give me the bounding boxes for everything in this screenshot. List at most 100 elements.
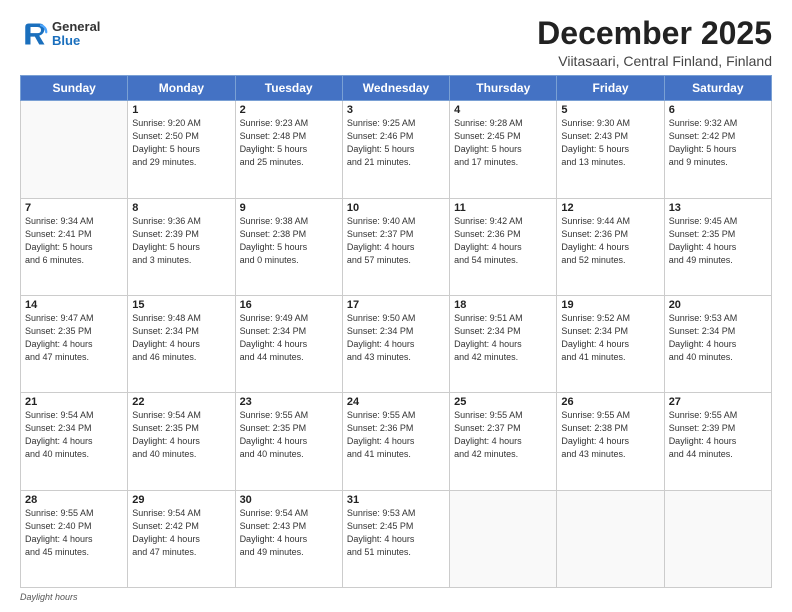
day-number: 27 <box>669 396 767 408</box>
table-row: 22Sunrise: 9:54 AM Sunset: 2:35 PM Dayli… <box>128 393 235 490</box>
daylight-label: Daylight hours <box>20 592 78 602</box>
day-number: 23 <box>240 396 338 408</box>
table-row: 28Sunrise: 9:55 AM Sunset: 2:40 PM Dayli… <box>21 490 128 587</box>
weekday-header-row: Sunday Monday Tuesday Wednesday Thursday… <box>21 76 772 101</box>
table-row: 12Sunrise: 9:44 AM Sunset: 2:36 PM Dayli… <box>557 198 664 295</box>
day-info: Sunrise: 9:54 AM Sunset: 2:43 PM Dayligh… <box>240 507 338 559</box>
header-thursday: Thursday <box>450 76 557 101</box>
table-row: 24Sunrise: 9:55 AM Sunset: 2:36 PM Dayli… <box>342 393 449 490</box>
table-row: 25Sunrise: 9:55 AM Sunset: 2:37 PM Dayli… <box>450 393 557 490</box>
day-number: 26 <box>561 396 659 408</box>
table-row: 2Sunrise: 9:23 AM Sunset: 2:48 PM Daylig… <box>235 101 342 198</box>
day-number: 17 <box>347 299 445 311</box>
day-number: 11 <box>454 202 552 214</box>
table-row: 17Sunrise: 9:50 AM Sunset: 2:34 PM Dayli… <box>342 295 449 392</box>
logo-icon <box>20 20 48 48</box>
day-info: Sunrise: 9:55 AM Sunset: 2:36 PM Dayligh… <box>347 409 445 461</box>
day-info: Sunrise: 9:44 AM Sunset: 2:36 PM Dayligh… <box>561 215 659 267</box>
day-number: 16 <box>240 299 338 311</box>
day-number: 12 <box>561 202 659 214</box>
day-number: 14 <box>25 299 123 311</box>
header: General Blue December 2025 Viitasaari, C… <box>20 16 772 69</box>
day-info: Sunrise: 9:55 AM Sunset: 2:35 PM Dayligh… <box>240 409 338 461</box>
day-info: Sunrise: 9:51 AM Sunset: 2:34 PM Dayligh… <box>454 312 552 364</box>
title-block: December 2025 Viitasaari, Central Finlan… <box>537 16 772 69</box>
day-info: Sunrise: 9:48 AM Sunset: 2:34 PM Dayligh… <box>132 312 230 364</box>
day-number: 2 <box>240 104 338 116</box>
header-tuesday: Tuesday <box>235 76 342 101</box>
table-row: 29Sunrise: 9:54 AM Sunset: 2:42 PM Dayli… <box>128 490 235 587</box>
day-info: Sunrise: 9:49 AM Sunset: 2:34 PM Dayligh… <box>240 312 338 364</box>
day-info: Sunrise: 9:55 AM Sunset: 2:37 PM Dayligh… <box>454 409 552 461</box>
calendar-row: 14Sunrise: 9:47 AM Sunset: 2:35 PM Dayli… <box>21 295 772 392</box>
day-info: Sunrise: 9:20 AM Sunset: 2:50 PM Dayligh… <box>132 117 230 169</box>
header-saturday: Saturday <box>664 76 771 101</box>
day-number: 30 <box>240 494 338 506</box>
day-info: Sunrise: 9:25 AM Sunset: 2:46 PM Dayligh… <box>347 117 445 169</box>
day-number: 31 <box>347 494 445 506</box>
day-info: Sunrise: 9:34 AM Sunset: 2:41 PM Dayligh… <box>25 215 123 267</box>
table-row: 13Sunrise: 9:45 AM Sunset: 2:35 PM Dayli… <box>664 198 771 295</box>
table-row: 5Sunrise: 9:30 AM Sunset: 2:43 PM Daylig… <box>557 101 664 198</box>
table-row: 31Sunrise: 9:53 AM Sunset: 2:45 PM Dayli… <box>342 490 449 587</box>
day-info: Sunrise: 9:40 AM Sunset: 2:37 PM Dayligh… <box>347 215 445 267</box>
day-info: Sunrise: 9:42 AM Sunset: 2:36 PM Dayligh… <box>454 215 552 267</box>
location: Viitasaari, Central Finland, Finland <box>537 53 772 69</box>
day-number: 10 <box>347 202 445 214</box>
logo-general-text: General <box>52 20 100 34</box>
day-number: 15 <box>132 299 230 311</box>
day-info: Sunrise: 9:47 AM Sunset: 2:35 PM Dayligh… <box>25 312 123 364</box>
table-row: 11Sunrise: 9:42 AM Sunset: 2:36 PM Dayli… <box>450 198 557 295</box>
day-info: Sunrise: 9:45 AM Sunset: 2:35 PM Dayligh… <box>669 215 767 267</box>
table-row: 21Sunrise: 9:54 AM Sunset: 2:34 PM Dayli… <box>21 393 128 490</box>
day-info: Sunrise: 9:54 AM Sunset: 2:35 PM Dayligh… <box>132 409 230 461</box>
table-row: 15Sunrise: 9:48 AM Sunset: 2:34 PM Dayli… <box>128 295 235 392</box>
day-info: Sunrise: 9:54 AM Sunset: 2:34 PM Dayligh… <box>25 409 123 461</box>
page: General Blue December 2025 Viitasaari, C… <box>0 0 792 612</box>
table-row: 20Sunrise: 9:53 AM Sunset: 2:34 PM Dayli… <box>664 295 771 392</box>
logo-text: General Blue <box>52 20 100 49</box>
table-row <box>21 101 128 198</box>
table-row <box>664 490 771 587</box>
calendar-row: 1Sunrise: 9:20 AM Sunset: 2:50 PM Daylig… <box>21 101 772 198</box>
table-row: 18Sunrise: 9:51 AM Sunset: 2:34 PM Dayli… <box>450 295 557 392</box>
day-info: Sunrise: 9:50 AM Sunset: 2:34 PM Dayligh… <box>347 312 445 364</box>
calendar-row: 7Sunrise: 9:34 AM Sunset: 2:41 PM Daylig… <box>21 198 772 295</box>
day-number: 9 <box>240 202 338 214</box>
table-row: 7Sunrise: 9:34 AM Sunset: 2:41 PM Daylig… <box>21 198 128 295</box>
day-number: 21 <box>25 396 123 408</box>
table-row: 1Sunrise: 9:20 AM Sunset: 2:50 PM Daylig… <box>128 101 235 198</box>
day-number: 25 <box>454 396 552 408</box>
day-number: 24 <box>347 396 445 408</box>
table-row: 8Sunrise: 9:36 AM Sunset: 2:39 PM Daylig… <box>128 198 235 295</box>
day-info: Sunrise: 9:36 AM Sunset: 2:39 PM Dayligh… <box>132 215 230 267</box>
footer-note: Daylight hours <box>20 592 772 602</box>
day-number: 6 <box>669 104 767 116</box>
table-row: 10Sunrise: 9:40 AM Sunset: 2:37 PM Dayli… <box>342 198 449 295</box>
day-number: 28 <box>25 494 123 506</box>
day-info: Sunrise: 9:52 AM Sunset: 2:34 PM Dayligh… <box>561 312 659 364</box>
header-friday: Friday <box>557 76 664 101</box>
calendar-table: Sunday Monday Tuesday Wednesday Thursday… <box>20 75 772 588</box>
day-info: Sunrise: 9:38 AM Sunset: 2:38 PM Dayligh… <box>240 215 338 267</box>
day-info: Sunrise: 9:32 AM Sunset: 2:42 PM Dayligh… <box>669 117 767 169</box>
day-info: Sunrise: 9:55 AM Sunset: 2:40 PM Dayligh… <box>25 507 123 559</box>
day-number: 20 <box>669 299 767 311</box>
calendar-row: 28Sunrise: 9:55 AM Sunset: 2:40 PM Dayli… <box>21 490 772 587</box>
table-row: 16Sunrise: 9:49 AM Sunset: 2:34 PM Dayli… <box>235 295 342 392</box>
table-row: 6Sunrise: 9:32 AM Sunset: 2:42 PM Daylig… <box>664 101 771 198</box>
day-number: 3 <box>347 104 445 116</box>
table-row: 9Sunrise: 9:38 AM Sunset: 2:38 PM Daylig… <box>235 198 342 295</box>
day-number: 5 <box>561 104 659 116</box>
day-info: Sunrise: 9:53 AM Sunset: 2:45 PM Dayligh… <box>347 507 445 559</box>
day-info: Sunrise: 9:55 AM Sunset: 2:39 PM Dayligh… <box>669 409 767 461</box>
day-number: 19 <box>561 299 659 311</box>
logo-blue-text: Blue <box>52 34 100 48</box>
calendar-row: 21Sunrise: 9:54 AM Sunset: 2:34 PM Dayli… <box>21 393 772 490</box>
logo: General Blue <box>20 20 100 49</box>
day-info: Sunrise: 9:53 AM Sunset: 2:34 PM Dayligh… <box>669 312 767 364</box>
header-monday: Monday <box>128 76 235 101</box>
day-info: Sunrise: 9:28 AM Sunset: 2:45 PM Dayligh… <box>454 117 552 169</box>
day-info: Sunrise: 9:55 AM Sunset: 2:38 PM Dayligh… <box>561 409 659 461</box>
day-number: 4 <box>454 104 552 116</box>
